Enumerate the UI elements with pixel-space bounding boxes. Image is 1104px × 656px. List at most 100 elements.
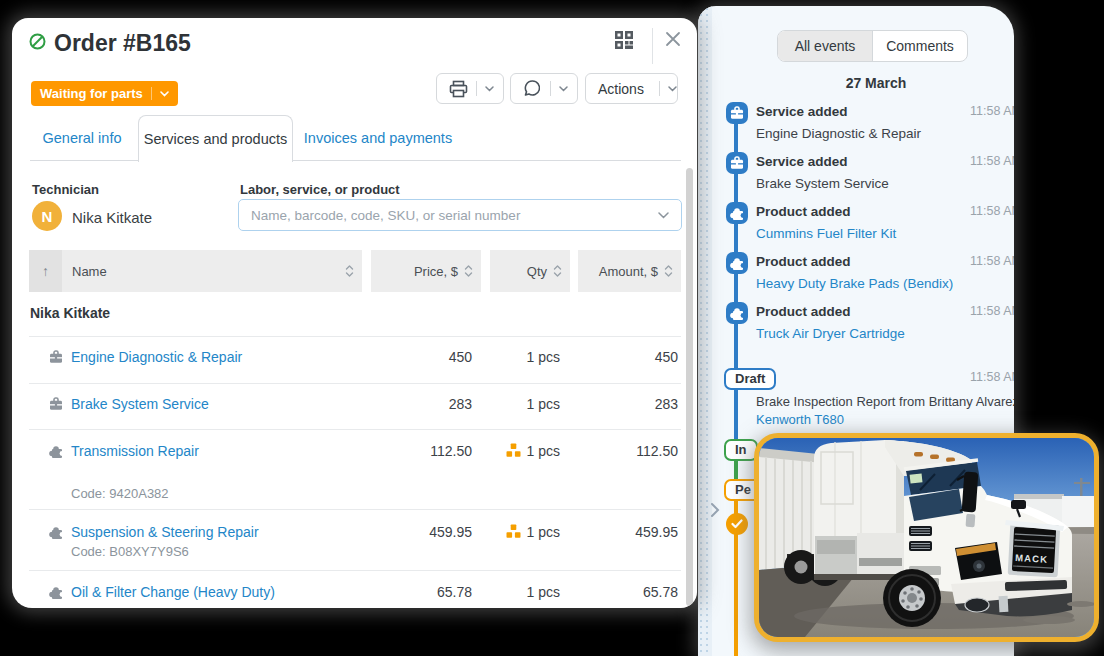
- row-qty: 1 pcs: [472, 584, 570, 600]
- row-price: 65.78: [362, 584, 472, 600]
- table-row: Transmission Repair Code: 9420A382 112.5…: [29, 429, 681, 509]
- row-amount: 283: [575, 396, 685, 412]
- tab-invoices-and-payments[interactable]: Invoices and payments: [293, 115, 463, 161]
- row-price: 283: [362, 396, 472, 412]
- column-qty[interactable]: Qty: [490, 250, 570, 292]
- briefcase-icon: [726, 152, 748, 174]
- svg-text:MACK: MACK: [1015, 552, 1049, 565]
- event-subtitle[interactable]: Heavy Duty Brake Pads (Bendix): [756, 276, 953, 291]
- status-badge[interactable]: Waiting for parts: [31, 81, 178, 106]
- column-price[interactable]: Price, $: [371, 250, 481, 292]
- column-sort-direction[interactable]: ↑: [29, 250, 62, 292]
- event-time: 11:58 AM: [970, 370, 1014, 384]
- row-name-link[interactable]: Suspension & Steering Repair: [71, 524, 259, 540]
- row-name-link[interactable]: Oil & Filter Change (Heavy Duty): [71, 584, 275, 600]
- order-modal: Order #B165 Waiting for parts: [12, 18, 697, 608]
- serial-stock-icon: [506, 524, 521, 542]
- row-amount: 459.95: [575, 524, 685, 540]
- actions-label: Actions: [598, 81, 644, 97]
- truck-photo-card[interactable]: MACK: [754, 433, 1099, 642]
- column-amount[interactable]: Amount, $: [578, 250, 681, 292]
- close-icon[interactable]: [663, 29, 687, 53]
- panel-collapse-chevron-icon[interactable]: [710, 502, 728, 522]
- row-price: 450: [362, 349, 472, 365]
- row-qty: 1 pcs: [472, 443, 570, 461]
- event-text: Brake Inspection Report from Brittany Al…: [756, 394, 1014, 427]
- briefcase-icon: [38, 349, 74, 365]
- feed-date: 27 March: [738, 75, 1014, 91]
- row-qty: 1 pcs: [472, 524, 570, 542]
- chevron-down-icon: [668, 86, 677, 92]
- search-label: Labor, service, or product: [240, 182, 400, 197]
- sort-icon: [345, 265, 354, 277]
- event-subtitle[interactable]: Cummins Fuel Filter Kit: [756, 226, 896, 241]
- sort-icon: [464, 265, 473, 277]
- chevron-down-icon: [485, 86, 494, 92]
- event-title: Service added: [756, 154, 848, 169]
- sort-icon: [664, 265, 673, 277]
- briefcase-icon: [38, 396, 74, 412]
- event-status-badge: In: [724, 439, 758, 461]
- table-row: Suspension & Steering Repair Code: B08XY…: [29, 509, 681, 570]
- actions-button[interactable]: Actions: [585, 73, 678, 104]
- panel-gap-dots: [698, 6, 712, 656]
- column-name[interactable]: Name: [62, 250, 362, 292]
- event-status-badge: Draft: [724, 368, 776, 390]
- table-row: Oil & Filter Change (Heavy Duty) 65.78 1…: [29, 570, 681, 608]
- event-time: 11:58 AM: [970, 304, 1014, 318]
- puzzle-icon: [38, 443, 74, 459]
- event-title: Product added: [756, 254, 851, 269]
- puzzle-icon: [726, 252, 748, 274]
- technician-name: Nika Kitkate: [72, 209, 152, 226]
- tab-services-and-products[interactable]: Services and products: [138, 115, 293, 162]
- event-subtitle[interactable]: Truck Air Dryer Cartridge: [756, 326, 905, 341]
- tab-general-info[interactable]: General info: [30, 115, 134, 161]
- row-amount: 112.50: [575, 443, 685, 459]
- sort-icon: [553, 265, 562, 277]
- technician-label: Technician: [32, 182, 99, 197]
- tabs-bar: General info Services and products Invoi…: [30, 115, 681, 161]
- event-subtitle: Engine Diagnostic & Repair: [756, 126, 921, 141]
- event-title: Product added: [756, 304, 851, 319]
- briefcase-icon: [726, 102, 748, 124]
- avatar: N: [32, 201, 62, 231]
- printer-icon: [449, 80, 468, 98]
- order-status-icon: [29, 33, 46, 50]
- row-name-link[interactable]: Brake System Service: [71, 396, 209, 412]
- status-label: Waiting for parts: [40, 86, 143, 101]
- search-placeholder: Name, barcode, code, SKU, or serial numb…: [251, 208, 658, 223]
- row-price: 112.50: [362, 443, 472, 459]
- event-time: 11:58 AM: [970, 104, 1014, 118]
- vertical-scrollbar[interactable]: [686, 168, 693, 606]
- event-subtitle: Brake System Service: [756, 176, 889, 191]
- qr-code-icon[interactable]: [613, 29, 637, 53]
- row-code: Code: 9420A382: [71, 486, 199, 501]
- event-time: 11:58 AM: [970, 154, 1014, 168]
- tab-comments[interactable]: Comments: [872, 31, 967, 61]
- truck-photo: MACK: [759, 438, 1094, 637]
- tab-all-events[interactable]: All events: [778, 31, 872, 61]
- row-amount: 450: [575, 349, 685, 365]
- puzzle-icon: [726, 202, 748, 224]
- row-amount: 65.78: [575, 584, 685, 600]
- puzzle-icon: [38, 524, 74, 540]
- chat-button[interactable]: [510, 73, 578, 104]
- event-title: Service added: [756, 104, 848, 119]
- page-background: All events Comments 27 March Service add…: [0, 0, 1104, 656]
- event-link[interactable]: Kenworth T680: [756, 412, 1014, 427]
- row-code: Code: B08XY7Y9S6: [71, 544, 259, 559]
- event-time: 11:58 AM: [970, 254, 1014, 268]
- search-input[interactable]: Name, barcode, code, SKU, or serial numb…: [238, 199, 682, 231]
- chat-bubble-icon: [523, 79, 542, 98]
- event-title: Product added: [756, 204, 851, 219]
- row-name-link[interactable]: Engine Diagnostic & Repair: [71, 349, 242, 365]
- table-row: Brake System Service 283 1 pcs 283: [29, 383, 681, 429]
- page-title: Order #B165: [54, 30, 191, 57]
- row-price: 459.95: [362, 524, 472, 540]
- table-row: Engine Diagnostic & Repair 450 1 pcs 450: [29, 336, 681, 383]
- chevron-down-icon: [658, 212, 669, 219]
- chevron-down-icon: [160, 91, 169, 97]
- event-time: 11:58 AM: [970, 204, 1014, 218]
- row-name-link[interactable]: Transmission Repair: [71, 443, 199, 459]
- print-button[interactable]: [436, 73, 504, 104]
